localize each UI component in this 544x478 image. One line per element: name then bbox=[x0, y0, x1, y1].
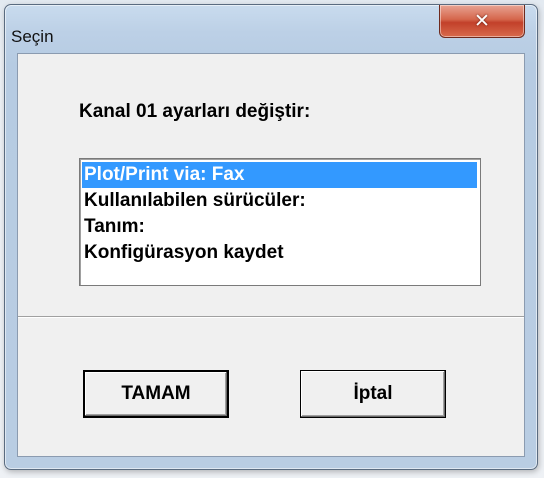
dialog-window: Seçin ✕ Kanal 01 ayarları değiştir: Plot… bbox=[4, 4, 538, 470]
dialog-client-area: Kanal 01 ayarları değiştir: Plot/Print v… bbox=[17, 53, 525, 457]
list-item-available-drivers[interactable]: Kullanılabilen sürücüler: bbox=[82, 188, 480, 214]
separator bbox=[18, 316, 524, 318]
options-listbox[interactable]: Plot/Print via: Fax Kullanılabilen sürüc… bbox=[79, 158, 481, 286]
window-title: Seçin bbox=[11, 27, 54, 46]
cancel-button[interactable]: İptal bbox=[300, 370, 446, 418]
ok-button[interactable]: TAMAM bbox=[83, 370, 229, 418]
close-icon: ✕ bbox=[474, 9, 490, 32]
close-button[interactable]: ✕ bbox=[439, 5, 525, 38]
title-bar[interactable]: Seçin ✕ bbox=[5, 5, 537, 57]
list-item-save-configuration[interactable]: Konfigürasyon kaydet bbox=[82, 240, 480, 266]
dialog-prompt: Kanal 01 ayarları değiştir: bbox=[79, 101, 311, 122]
list-item-plot-print[interactable]: Plot/Print via: Fax bbox=[82, 162, 477, 188]
list-item-definition[interactable]: Tanım: bbox=[82, 214, 480, 240]
